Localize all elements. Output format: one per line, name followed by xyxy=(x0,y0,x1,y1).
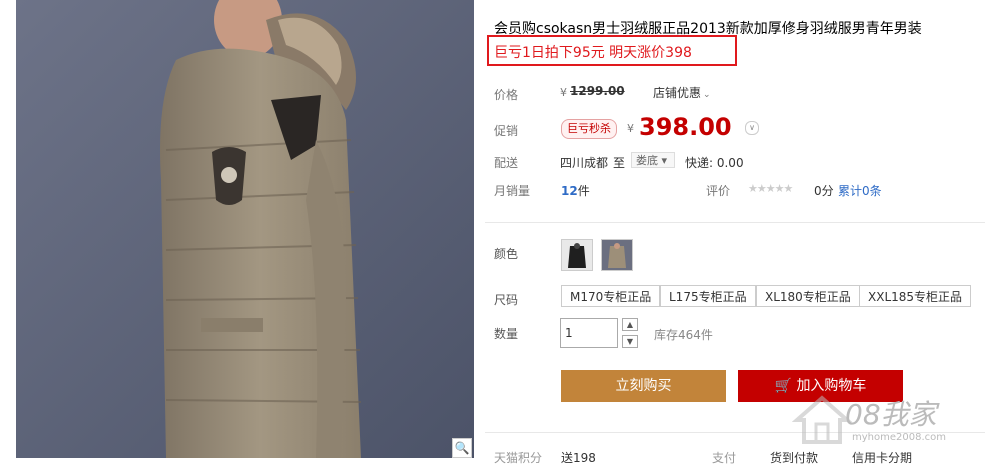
magnifier-icon[interactable]: 🔍 xyxy=(452,438,472,458)
khaki-jacket-thumbnail xyxy=(602,240,632,270)
ship-to-word: 至 xyxy=(613,156,626,170)
quantity-label: 数量 xyxy=(494,327,519,341)
quantity-increase-button[interactable]: ▲ xyxy=(622,318,638,331)
chevron-down-icon[interactable]: ∨ xyxy=(745,121,759,135)
monthly-sales-label: 月销量 xyxy=(494,184,531,198)
quantity-decrease-button[interactable]: ▼ xyxy=(622,335,638,348)
current-price: 398.00 xyxy=(639,113,732,141)
original-price: 1299.00 xyxy=(570,84,625,98)
color-label: 颜色 xyxy=(494,247,519,261)
jacket-photo xyxy=(16,0,474,458)
currency-symbol-sale: ¥ xyxy=(627,122,634,135)
sales-unit: 件 xyxy=(577,184,590,198)
rating-stars: ★★★★★ xyxy=(748,182,793,195)
color-swatch-khaki[interactable] xyxy=(601,239,633,271)
coupon-label: 店铺优惠 xyxy=(653,86,702,100)
reviews-link[interactable]: 累计0条 xyxy=(838,182,882,199)
size-option-xxl185[interactable]: XXL185专柜正品 xyxy=(859,285,972,307)
express-fee: 快递: 0.00 xyxy=(685,156,744,170)
destination-value: 娄底 xyxy=(636,154,658,167)
destination-select[interactable]: 娄底 ▾ xyxy=(631,152,675,168)
buy-now-label: 立刻购买 xyxy=(615,378,672,394)
size-option-xl180[interactable]: XL180专柜正品 xyxy=(756,285,860,307)
size-option-l175[interactable]: L175专柜正品 xyxy=(660,285,756,307)
size-label: 尺码 xyxy=(494,293,519,307)
monthly-sales-value: 12件 xyxy=(561,182,590,199)
color-swatch-black[interactable] xyxy=(561,239,593,271)
quantity-input[interactable] xyxy=(560,318,618,348)
watermark-logo-text: 08我家 xyxy=(845,398,937,431)
size-option-m170[interactable]: M170专柜正品 xyxy=(561,285,661,307)
buy-now-button[interactable]: 立刻购买 xyxy=(561,370,726,402)
rating-score: 0分 xyxy=(814,184,834,198)
store-coupon-dropdown[interactable]: 店铺优惠 ⌄ xyxy=(653,84,711,101)
black-jacket-thumbnail xyxy=(562,240,592,270)
sales-count: 12 xyxy=(561,184,578,198)
rating-label: 评价 xyxy=(706,184,731,198)
divider xyxy=(485,222,985,223)
ship-from: 四川成都 xyxy=(560,156,609,170)
promo-text: 巨亏1日拍下95元 明天涨价398 xyxy=(494,45,692,61)
shipping-label: 配送 xyxy=(494,156,519,170)
price-label: 价格 xyxy=(494,88,519,102)
watermark-url: myhome2008.com xyxy=(852,432,946,443)
sale-badge: 巨亏秒杀 xyxy=(561,119,617,139)
product-image[interactable]: 🔍 xyxy=(16,0,474,458)
house-logo-icon xyxy=(792,395,852,444)
currency-symbol: ¥ xyxy=(560,86,567,99)
chevron-down-icon: ⌄ xyxy=(703,90,711,100)
stock-count: 库存464件 xyxy=(654,328,713,342)
promo-label: 促销 xyxy=(494,124,519,138)
